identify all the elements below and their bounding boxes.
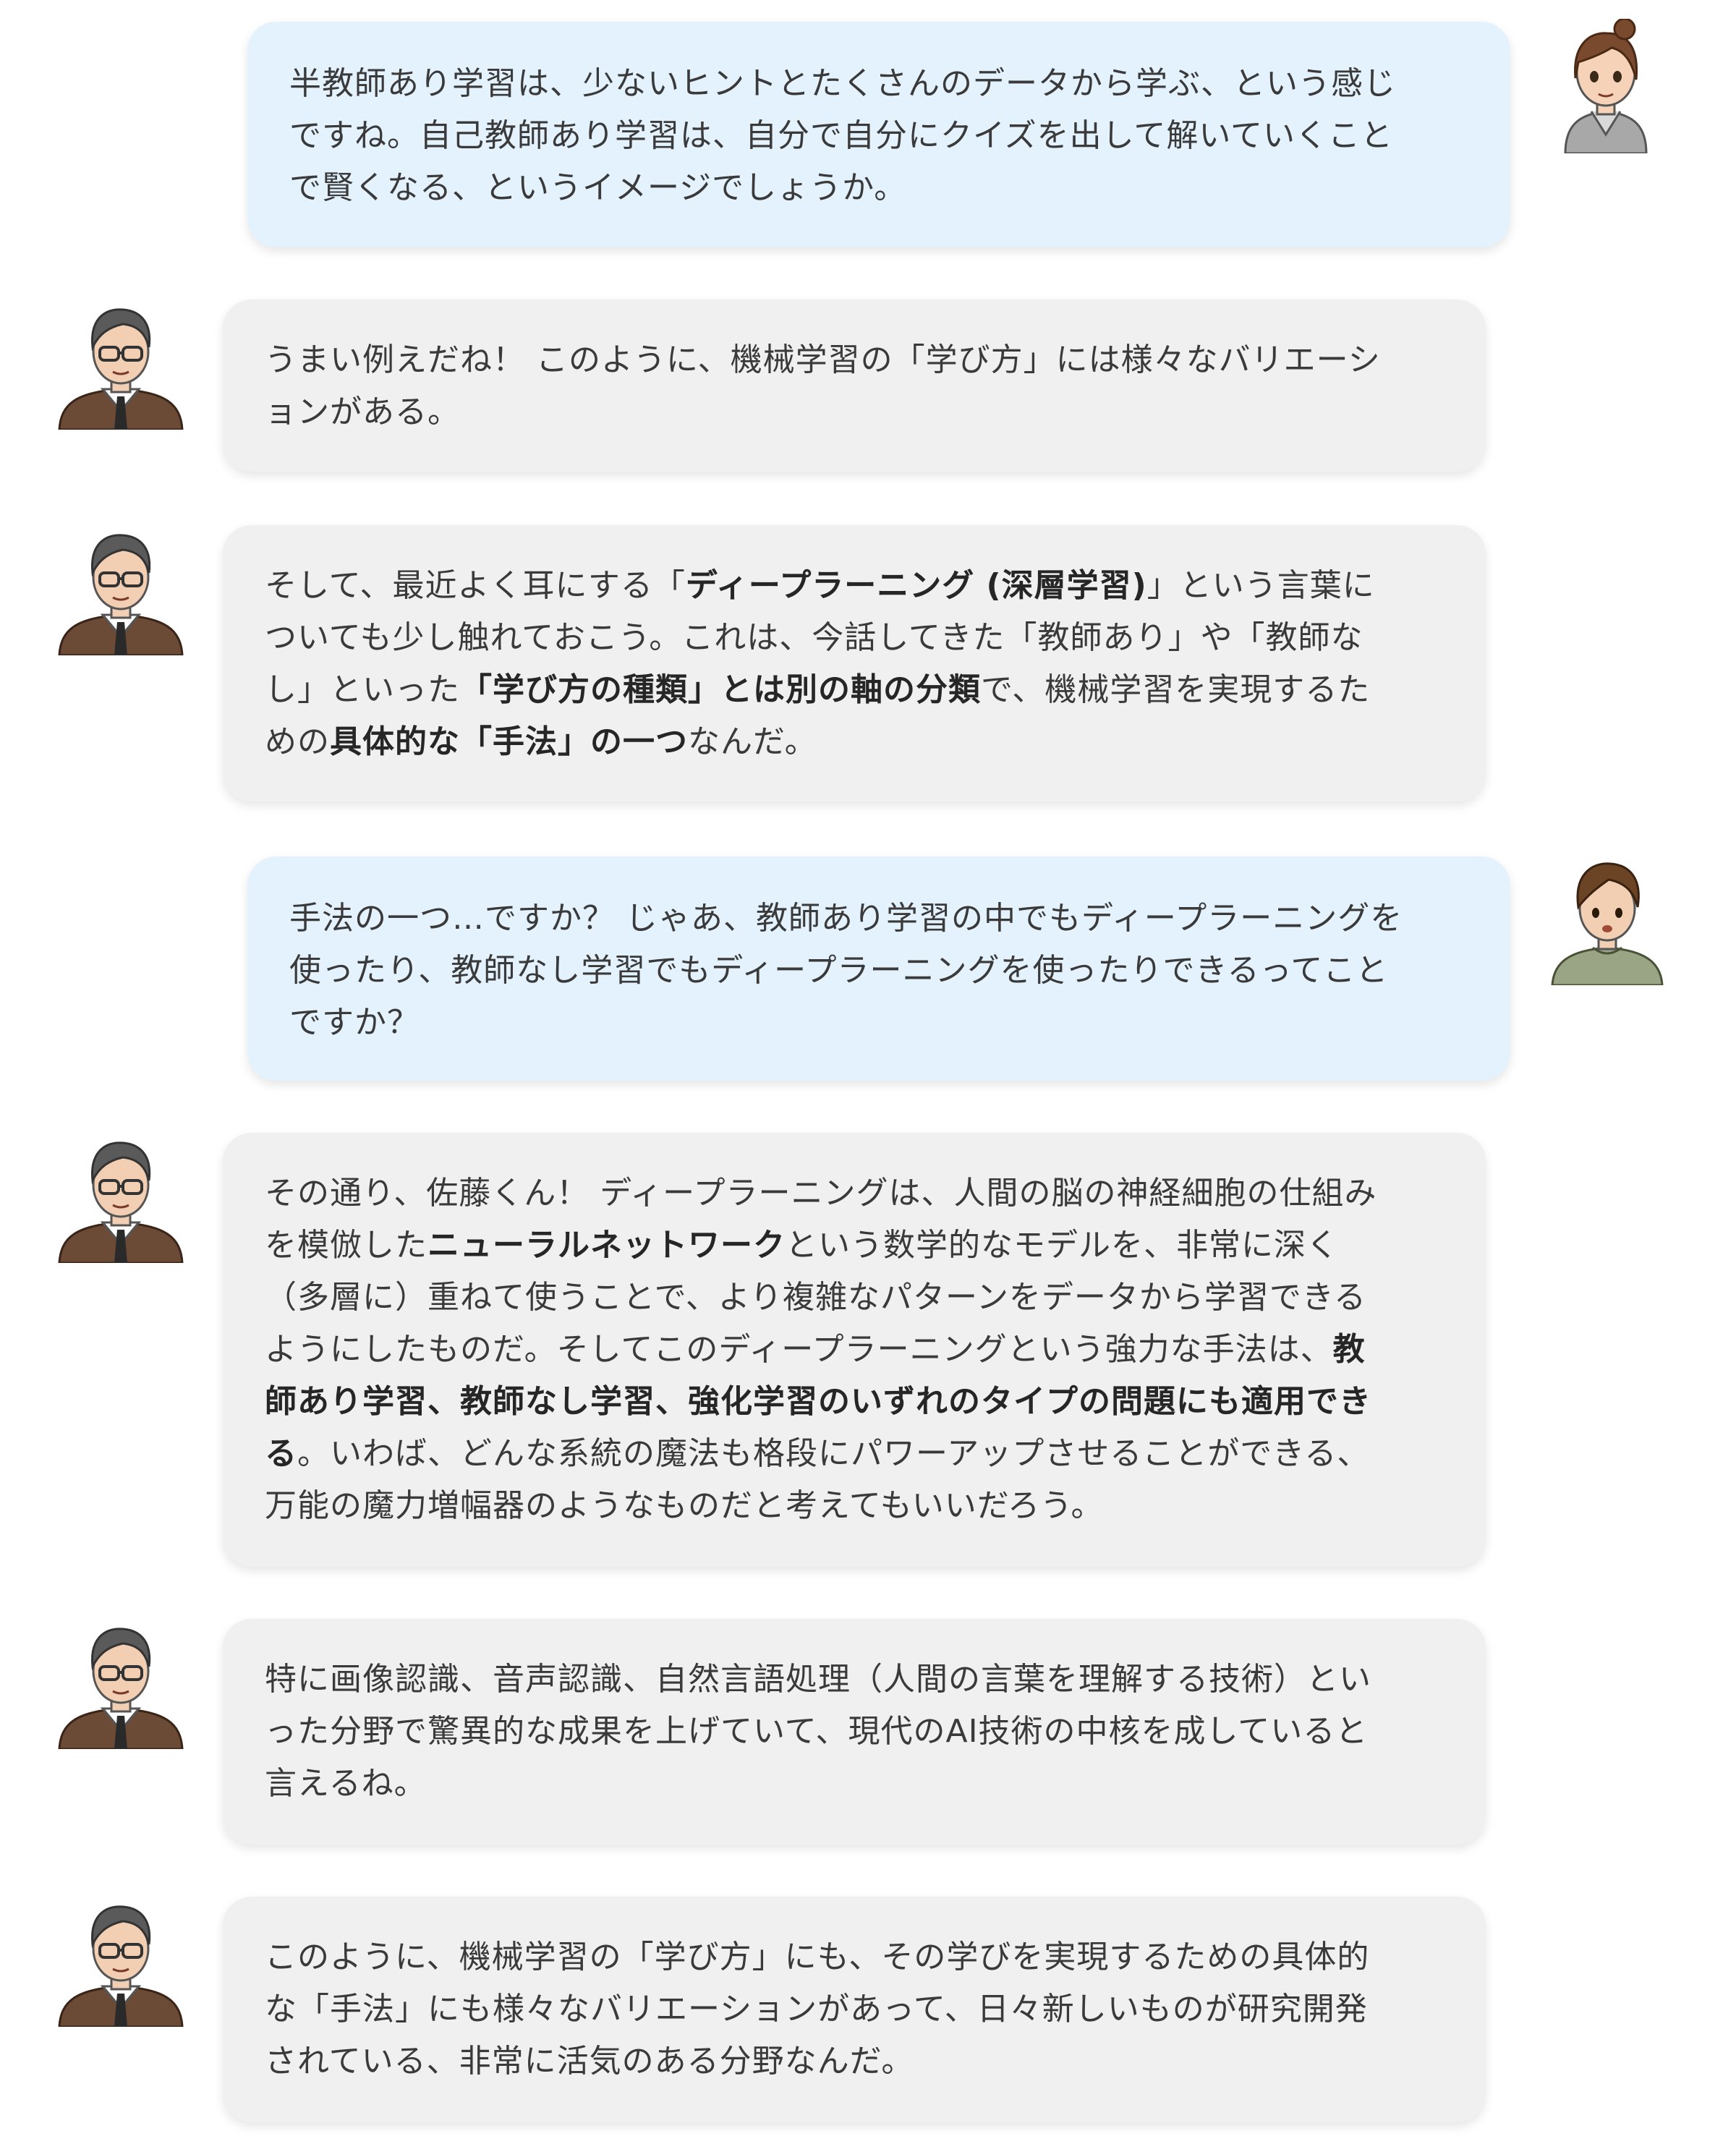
chat-bubble-teacher: その通り、佐藤くん！ ディープラーニングは、人間の脳の神経細胞の仕組み を模倣した… bbox=[223, 1133, 1486, 1567]
message-line: ョンがある。 bbox=[265, 386, 1444, 438]
message-line: このように、機械学習の「学び方」にも、その学びを実現するための具体的 bbox=[265, 1931, 1444, 1983]
message-text: そして、最近よく耳にする「 bbox=[265, 567, 686, 604]
message-text-bold: る bbox=[265, 1435, 297, 1472]
message-text: ついても少し触れておこう。これは、今話してきた「教師あり」や「教師な bbox=[265, 619, 1363, 656]
message-text-bold: ニューラルネットワーク bbox=[427, 1227, 786, 1264]
message-line: 師あり学習、教師なし学習、強化学習のいずれのタイプの問題にも適用でき bbox=[265, 1376, 1444, 1428]
message-line: されている、非常に活気のある分野なんだ。 bbox=[265, 2035, 1444, 2088]
message-text: を模倣した bbox=[265, 1227, 427, 1264]
message-text: ですね。自己教師あり学習は、自分で自分にクイズを出して解いていくこと bbox=[289, 117, 1394, 154]
message-line: を模倣したニューラルネットワークという数学的なモデルを、非常に深く bbox=[265, 1220, 1444, 1272]
message-line: 特に画像認識、音声認識、自然言語処理（人間の言葉を理解する技術）とい bbox=[265, 1654, 1444, 1706]
message-text: 。いわば、どんな系統の魔法も格段にパワーアップさせることができる、 bbox=[297, 1435, 1370, 1472]
message-text: 手法の一つ…ですか？ じゃあ、教師あり学習の中でもディープラーニングを bbox=[289, 900, 1403, 937]
message-line: ですね。自己教師あり学習は、自分で自分にクイズを出して解いていくこと bbox=[289, 110, 1468, 162]
message-text: で賢くなる、というイメージでしょうか。 bbox=[289, 169, 907, 206]
message-text: 万能の魔力増幅器のようなものだと考えてもいいだろう。 bbox=[265, 1487, 1104, 1524]
chat-bubble-teacher: 特に画像認識、音声認識、自然言語処理（人間の言葉を理解する技術）とい った分野で驚… bbox=[223, 1619, 1486, 1845]
message-text: という数学的なモデルを、非常に深く bbox=[786, 1227, 1339, 1264]
chat-bubble-teacher: そして、最近よく耳にする「ディープラーニング (深層学習)」という言葉についても… bbox=[223, 525, 1486, 801]
teacher-avatar-icon bbox=[58, 308, 184, 430]
message-line: な「手法」にも様々なバリエーションがあって、日々新しいものが研究開発 bbox=[265, 1983, 1444, 2035]
message-line: る。いわば、どんな系統の魔法も格段にパワーアップさせることができる、 bbox=[265, 1428, 1444, 1480]
message-text: されている、非常に活気のある分野なんだ。 bbox=[265, 2043, 914, 2080]
message-line: ですか？ bbox=[289, 997, 1468, 1049]
message-text: （多層に）重ねて使うことで、より複雑なパターンをデータから学習できる bbox=[265, 1279, 1366, 1316]
chat-bubble-student: 手法の一つ…ですか？ じゃあ、教師あり学習の中でもディープラーニングを 使ったり、… bbox=[247, 856, 1510, 1081]
message-line: 万能の魔力増幅器のようなものだと考えてもいいだろう。 bbox=[265, 1480, 1444, 1532]
student-boy-avatar-icon bbox=[1551, 862, 1664, 985]
message-text: な「手法」にも様々なバリエーションがあって、日々新しいものが研究開発 bbox=[265, 1991, 1368, 2028]
teacher-avatar-icon bbox=[58, 534, 184, 655]
message-text: ようにしたものだ。そしてこのディープラーニングという強力な手法は、 bbox=[265, 1331, 1333, 1368]
message-text: った分野で驚異的な成果を上げていて、現代のAI技術の中核を成していると bbox=[265, 1713, 1369, 1750]
message-line: ついても少し触れておこう。これは、今話してきた「教師あり」や「教師な bbox=[265, 612, 1444, 664]
message-text: その通り、佐藤くん！ ディープラーニングは、人間の脳の神経細胞の仕組み bbox=[265, 1175, 1377, 1212]
message-line: った分野で驚異的な成果を上げていて、現代のAI技術の中核を成していると bbox=[265, 1706, 1444, 1758]
chat-bubble-teacher: このように、機械学習の「学び方」にも、その学びを実現するための具体的 な「手法」に… bbox=[223, 1897, 1486, 2122]
message-text: 」という言葉に bbox=[1146, 567, 1375, 604]
message-line: 使ったり、教師なし学習でもディープラーニングを使ったりできるってこと bbox=[289, 945, 1468, 997]
chat-bubble-student: 半教師あり学習は、少ないヒントとたくさんのデータから学ぶ、という感じ ですね。自己… bbox=[247, 22, 1510, 247]
message-text-bold: 「学び方の種類」とは別の軸の分類 bbox=[460, 671, 981, 708]
message-text-bold: 師あり学習、教師なし学習、強化学習のいずれのタイプの問題にも適用でき bbox=[265, 1383, 1371, 1420]
message-text: 使ったり、教師なし学習でもディープラーニングを使ったりできるってこと bbox=[289, 952, 1389, 989]
teacher-avatar-icon bbox=[58, 1628, 184, 1749]
message-line: 半教師あり学習は、少ないヒントとたくさんのデータから学ぶ、という感じ bbox=[289, 58, 1468, 110]
message-line: （多層に）重ねて使うことで、より複雑なパターンをデータから学習できる bbox=[265, 1272, 1444, 1324]
message-text: めの bbox=[265, 723, 330, 760]
message-line: し」といった「学び方の種類」とは別の軸の分類で、機械学習を実現するた bbox=[265, 664, 1444, 716]
teacher-avatar-icon bbox=[58, 1905, 184, 2027]
chat-bubble-teacher: うまい例えだね！ このように、機械学習の「学び方」には様々なバリエーシ ョンがある… bbox=[223, 299, 1486, 472]
message-text-bold: 具体的な「手法」の一つ bbox=[330, 723, 688, 760]
message-line: で賢くなる、というイメージでしょうか。 bbox=[289, 162, 1468, 214]
message-line: その通り、佐藤くん！ ディープラーニングは、人間の脳の神経細胞の仕組み bbox=[265, 1167, 1444, 1220]
message-text: なんだ。 bbox=[688, 723, 817, 760]
message-line: うまい例えだね！ このように、機械学習の「学び方」には様々なバリエーシ bbox=[265, 334, 1444, 386]
message-text: し」といった bbox=[265, 671, 460, 708]
message-text-bold: 教 bbox=[1332, 1331, 1366, 1368]
message-text-bold: ディープラーニング (深層学習) bbox=[685, 567, 1147, 604]
message-text: ですか？ bbox=[289, 1004, 420, 1041]
message-text: 言えるね。 bbox=[265, 1765, 427, 1802]
message-line: めの具体的な「手法」の一つなんだ。 bbox=[265, 716, 1444, 768]
message-text: うまい例えだね！ このように、機械学習の「学び方」には様々なバリエーシ bbox=[265, 341, 1381, 378]
message-text: で、機械学習を実現するた bbox=[981, 671, 1371, 708]
message-line: ようにしたものだ。そしてこのディープラーニングという強力な手法は、教 bbox=[265, 1324, 1444, 1376]
message-text: ョンがある。 bbox=[265, 394, 460, 430]
message-line: 言えるね。 bbox=[265, 1758, 1444, 1810]
message-text: このように、機械学習の「学び方」にも、その学びを実現するための具体的 bbox=[265, 1939, 1370, 1975]
student-girl-avatar-icon bbox=[1564, 19, 1648, 153]
message-line: 手法の一つ…ですか？ じゃあ、教師あり学習の中でもディープラーニングを bbox=[289, 893, 1468, 945]
teacher-avatar-icon bbox=[58, 1141, 184, 1263]
message-text: 半教師あり学習は、少ないヒントとたくさんのデータから学ぶ、という感じ bbox=[289, 65, 1396, 102]
message-text: 特に画像認識、音声認識、自然言語処理（人間の言葉を理解する技術）とい bbox=[265, 1661, 1371, 1698]
message-line: そして、最近よく耳にする「ディープラーニング (深層学習)」という言葉に bbox=[265, 560, 1444, 612]
